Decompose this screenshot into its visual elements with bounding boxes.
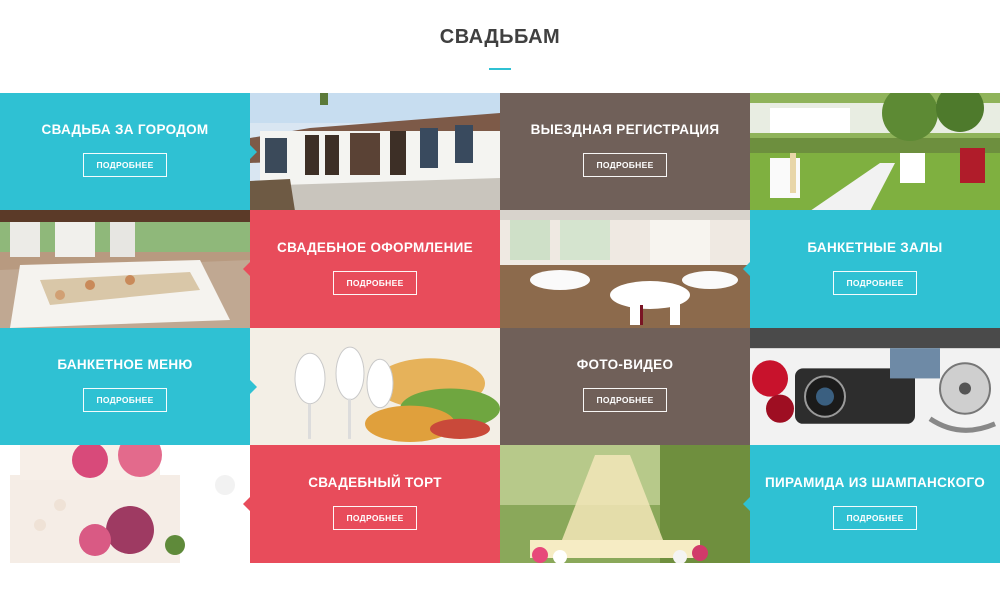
- tile-pointer: [243, 262, 250, 276]
- tile-title: ФОТО-ВИДЕО: [576, 357, 674, 372]
- tile-wedding-decor[interactable]: СВАДЕБНОЕ ОФОРМЛЕНИЕ ПОДРОБНЕЕ: [243, 210, 500, 328]
- tile-pointer: [250, 144, 257, 159]
- tile-banquet-halls[interactable]: БАНКЕТНЫЕ ЗАЛЫ ПОДРОБНЕЕ: [743, 210, 1000, 328]
- tile-banquet-menu[interactable]: БАНКЕТНОЕ МЕНЮ ПОДРОБНЕЕ: [0, 328, 257, 445]
- page-title: СВАДЬБАМ: [439, 26, 561, 48]
- tile-wedding-cake[interactable]: СВАДЕБНЫЙ ТОРТ ПОДРОБНЕЕ: [243, 445, 500, 563]
- tile-title: СВАДЕБНОЕ ОФОРМЛЕНИЕ: [277, 239, 473, 255]
- more-button[interactable]: ПОДРОБНЕЕ: [83, 153, 167, 177]
- tile-pointer: [250, 379, 257, 394]
- photo-country-house: [250, 93, 500, 210]
- more-button[interactable]: ПОДРОБНЕЕ: [833, 270, 917, 295]
- photo-banquet-veranda: [0, 210, 250, 328]
- photo-outdoor-ceremony: [750, 93, 1000, 210]
- more-button[interactable]: ПОДРОБНЕЕ: [833, 505, 917, 530]
- service-grid: СВАДЬБА ЗА ГОРОДОМ ПОДРОБНЕЕ ВЫЕЗДНАЯ РЕ…: [0, 93, 1000, 563]
- photo-banquet-hall: [500, 210, 750, 328]
- tile-outdoor-registration[interactable]: ВЫЕЗДНАЯ РЕГИСТРАЦИЯ ПОДРОБНЕЕ: [500, 93, 750, 210]
- more-button[interactable]: ПОДРОБНЕЕ: [333, 270, 417, 295]
- tile-champagne-pyramid[interactable]: ПИРАМИДА ИЗ ШАМПАНСКОГО ПОДРОБНЕЕ: [743, 445, 1000, 563]
- title-underline: [489, 68, 511, 70]
- tile-title: ПИРАМИДА ИЗ ШАМПАНСКОГО: [764, 474, 986, 490]
- tile-title: СВАДЕБНЫЙ ТОРТ: [308, 474, 442, 490]
- section-header: СВАДЬБАМ: [0, 0, 1000, 93]
- tile-title: БАНКЕТНЫЕ ЗАЛЫ: [807, 239, 943, 255]
- more-button[interactable]: ПОДРОБНЕЕ: [583, 388, 667, 412]
- tile-country-wedding[interactable]: СВАДЬБА ЗА ГОРОДОМ ПОДРОБНЕЕ: [0, 93, 257, 210]
- more-button[interactable]: ПОДРОБНЕЕ: [333, 505, 417, 530]
- photo-wedding-cake: [0, 445, 250, 563]
- tile-pointer: [743, 262, 750, 276]
- tile-title: БАНКЕТНОЕ МЕНЮ: [57, 357, 193, 372]
- tile-title: СВАДЬБА ЗА ГОРОДОМ: [41, 122, 209, 137]
- tile-title: ВЫЕЗДНАЯ РЕГИСТРАЦИЯ: [530, 122, 720, 137]
- tile-photo-video[interactable]: ФОТО-ВИДЕО ПОДРОБНЕЕ: [500, 328, 750, 445]
- photo-catering-glasses: [250, 328, 500, 445]
- photo-champagne-pyramid: [500, 445, 750, 563]
- more-button[interactable]: ПОДРОБНЕЕ: [83, 388, 167, 412]
- more-button[interactable]: ПОДРОБНЕЕ: [583, 153, 667, 177]
- tile-pointer: [243, 497, 250, 511]
- tile-pointer: [743, 497, 750, 511]
- photo-camcorder: [750, 328, 1000, 445]
